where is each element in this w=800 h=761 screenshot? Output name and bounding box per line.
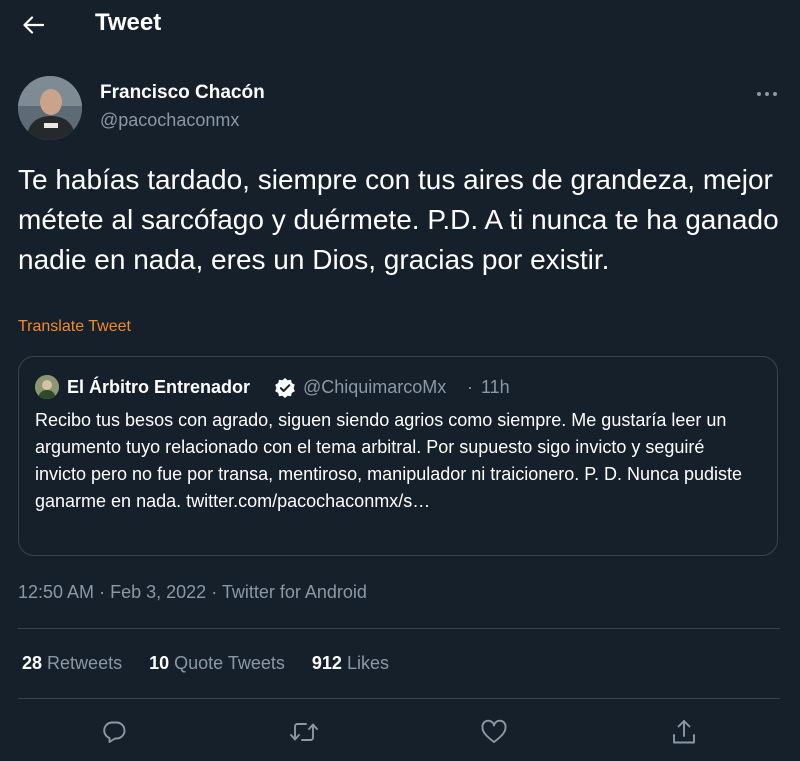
- header: Tweet: [0, 0, 800, 50]
- reply-button[interactable]: [94, 712, 134, 752]
- more-options-button[interactable]: [752, 82, 782, 106]
- author-handle[interactable]: @pacochaconmx: [100, 110, 239, 131]
- quote-author-name: El Árbitro Entrenador: [67, 377, 251, 397]
- retweets-label: Retweets: [47, 653, 123, 673]
- heart-icon: [481, 719, 507, 743]
- tweet-stats: 28 Retweets 10 Quote Tweets 912 Likes: [22, 653, 411, 674]
- quote-tweets-stat[interactable]: 10 Quote Tweets: [149, 653, 285, 674]
- translate-tweet-link[interactable]: Translate Tweet: [18, 318, 131, 336]
- likes-count: 912: [311, 653, 342, 673]
- retweets-stat[interactable]: 28 Retweets: [22, 653, 122, 674]
- back-button[interactable]: [16, 8, 50, 42]
- quote-timestamp: 11h: [481, 377, 510, 397]
- quoted-tweet-card[interactable]: El Árbitro Entrenador @ChiquimarcoMx · 1…: [18, 356, 778, 556]
- reply-icon: [103, 721, 126, 743]
- arrow-left-icon: [23, 16, 44, 34]
- like-button[interactable]: [474, 712, 514, 752]
- tweet-time[interactable]: 12:50 AM: [18, 582, 94, 602]
- quote-text: Recibo tus besos con agrado, siguen sien…: [35, 410, 743, 511]
- author-avatar[interactable]: [18, 76, 82, 140]
- divider: [18, 628, 780, 629]
- quote-separator: ·: [467, 377, 473, 397]
- tweet-source[interactable]: Twitter for Android: [222, 582, 367, 602]
- share-icon: [673, 720, 695, 744]
- meta-separator: ·: [99, 582, 106, 602]
- tweet-date[interactable]: Feb 3, 2022: [110, 582, 206, 602]
- retweet-icon: [290, 723, 318, 741]
- quote-author-handle: @ChiquimarcoMx: [303, 377, 447, 397]
- more-horizontal-icon: [757, 92, 777, 96]
- tweet-page: Tweet Francisco Chacón @pacochaconmx Te …: [0, 0, 800, 761]
- author-name[interactable]: Francisco Chacón: [100, 82, 265, 104]
- meta-separator: ·: [211, 582, 218, 602]
- divider: [18, 698, 780, 699]
- likes-label: Likes: [346, 653, 389, 673]
- avatar-image: [18, 76, 82, 140]
- tweet-metadata: 12:50 AM · Feb 3, 2022 · Twitter for And…: [18, 582, 367, 603]
- verified-badge-icon: [274, 377, 296, 399]
- tweet-text: Te habías tardado, siempre con tus aires…: [18, 164, 779, 275]
- quote-tweets-count: 10: [149, 653, 170, 673]
- quote-author-avatar: [35, 375, 59, 399]
- likes-stat[interactable]: 912 Likes: [312, 653, 389, 674]
- retweets-count: 28: [22, 653, 43, 673]
- page-title: Tweet: [95, 9, 162, 36]
- quote-tweets-label: Quote Tweets: [174, 653, 285, 673]
- retweet-button[interactable]: [284, 712, 324, 752]
- share-button[interactable]: [664, 712, 704, 752]
